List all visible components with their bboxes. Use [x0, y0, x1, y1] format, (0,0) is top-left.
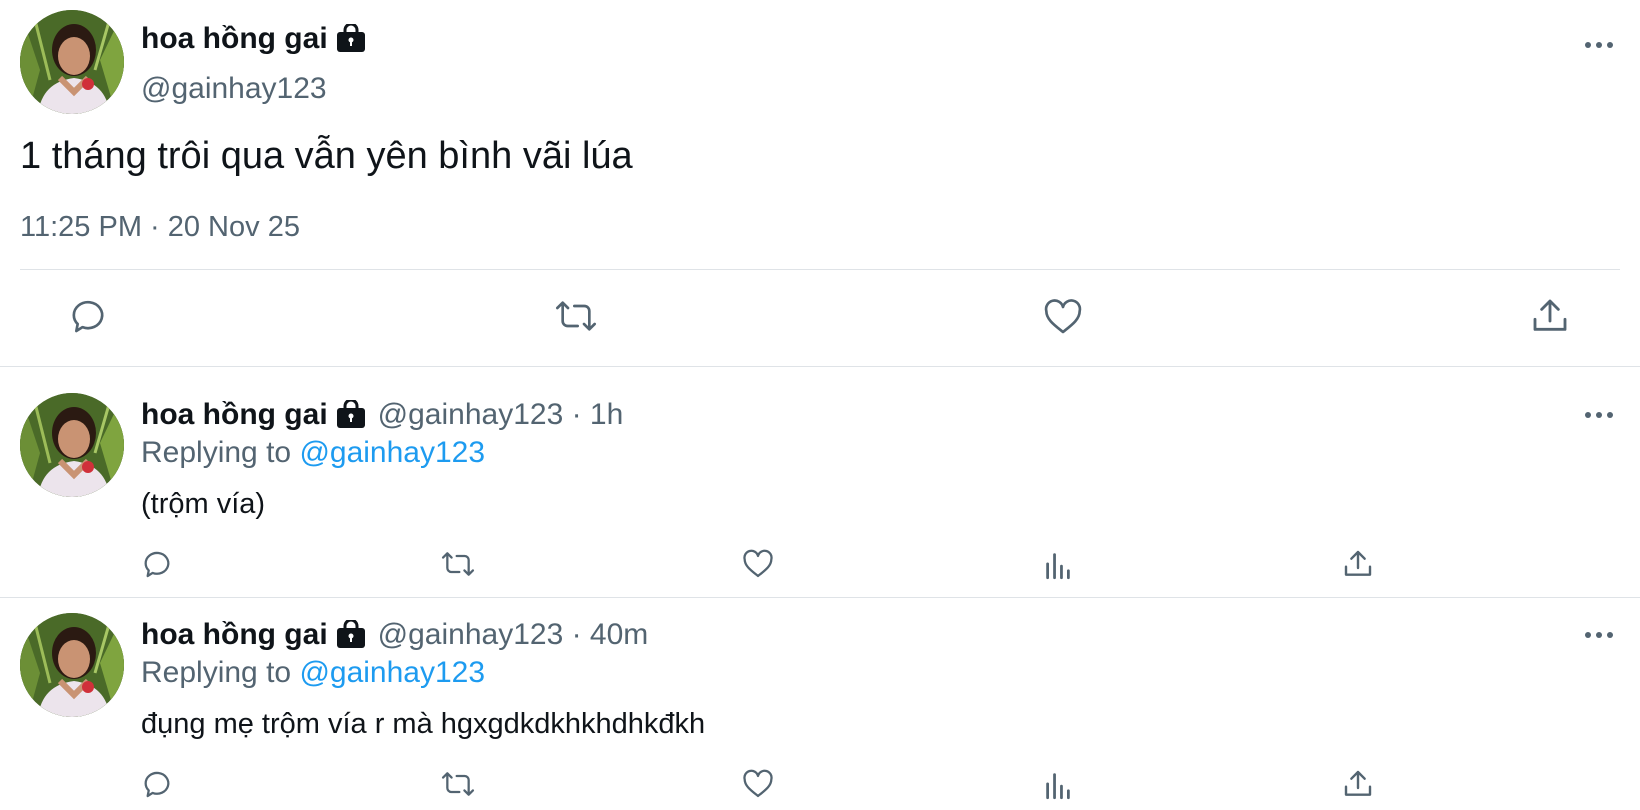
- retweet-icon[interactable]: [440, 768, 476, 800]
- retweet-icon[interactable]: [440, 548, 476, 580]
- tweet-timestamp[interactable]: 11:25 PM · 20 Nov 25: [20, 211, 300, 244]
- share-icon[interactable]: [1530, 296, 1570, 336]
- more-options-icon[interactable]: [1584, 40, 1614, 50]
- replying-to-label: Replying to: [141, 656, 300, 689]
- display-name[interactable]: hoa hồng gai: [141, 618, 328, 652]
- analytics-icon[interactable]: [1044, 550, 1072, 580]
- more-options-icon[interactable]: [1584, 410, 1614, 420]
- tweet-text: 1 tháng trôi qua vẫn yên bình vãi lúa: [20, 135, 633, 177]
- like-icon[interactable]: [742, 549, 774, 579]
- handle-and-time[interactable]: @gainhay123 · 40m: [378, 618, 649, 652]
- reply-icon[interactable]: [141, 768, 173, 800]
- divider: [0, 366, 1640, 367]
- divider: [0, 597, 1640, 598]
- reply-text: đụng mẹ trộm vía r mà hgxgdkdkhkhdhkđkh: [141, 708, 706, 740]
- replying-to-label: Replying to: [141, 436, 300, 469]
- mention-link[interactable]: @gainhay123: [299, 656, 485, 689]
- display-name-text: hoa hồng gai: [141, 22, 328, 55]
- tweet-thread: hoa hồng gai @gainhay123 1 tháng trôi qu…: [0, 0, 1640, 810]
- replying-to: Replying to @gainhay123: [141, 656, 485, 690]
- reply-icon[interactable]: [68, 296, 108, 336]
- like-icon[interactable]: [1043, 298, 1083, 336]
- like-icon[interactable]: [742, 769, 774, 799]
- reply-header: hoa hồng gai @gainhay123 · 1h: [141, 398, 623, 432]
- reply-icon[interactable]: [141, 548, 173, 580]
- avatar[interactable]: [20, 613, 124, 717]
- share-icon[interactable]: [1342, 548, 1374, 580]
- avatar[interactable]: [20, 393, 124, 497]
- divider: [20, 269, 1620, 270]
- lock-icon: [336, 620, 366, 650]
- lock-icon: [336, 24, 366, 54]
- display-name[interactable]: hoa hồng gai: [141, 22, 366, 56]
- avatar[interactable]: [20, 10, 124, 114]
- reply-header: hoa hồng gai @gainhay123 · 40m: [141, 618, 648, 652]
- share-icon[interactable]: [1342, 768, 1374, 800]
- retweet-icon[interactable]: [553, 296, 599, 336]
- reply-text: (trộm vía): [141, 488, 266, 520]
- display-name[interactable]: hoa hồng gai: [141, 398, 328, 432]
- handle[interactable]: @gainhay123: [141, 72, 327, 106]
- handle-and-time[interactable]: @gainhay123 · 1h: [378, 398, 624, 432]
- analytics-icon[interactable]: [1044, 770, 1072, 800]
- replying-to: Replying to @gainhay123: [141, 436, 485, 470]
- more-options-icon[interactable]: [1584, 630, 1614, 640]
- mention-link[interactable]: @gainhay123: [299, 436, 485, 469]
- lock-icon: [336, 400, 366, 430]
